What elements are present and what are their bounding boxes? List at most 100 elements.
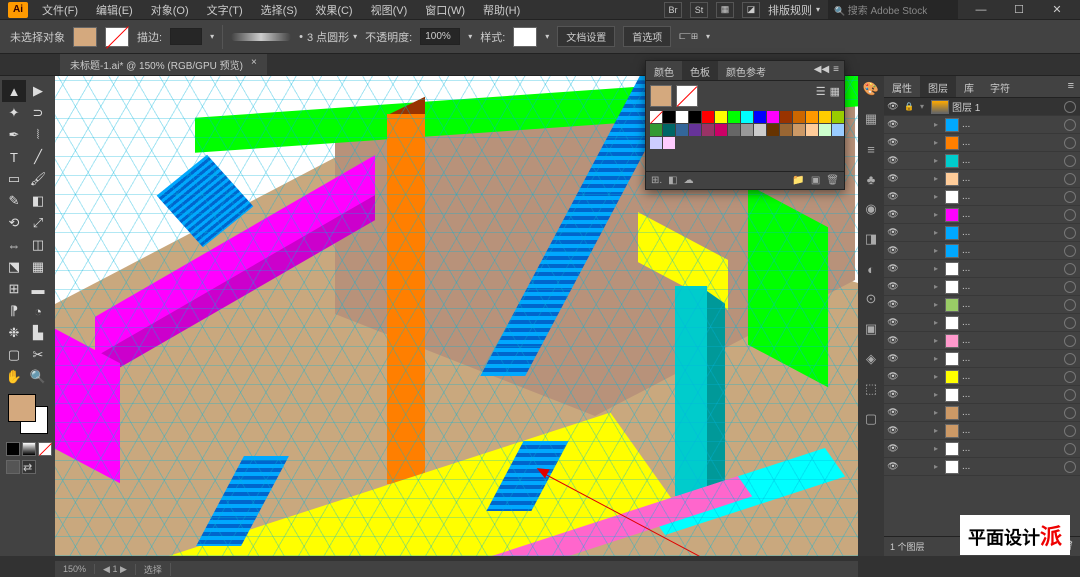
preferences-button[interactable]: 首选项	[623, 26, 671, 47]
line-tool[interactable]: ╱	[26, 146, 50, 168]
blend-tool[interactable]: ◔	[26, 300, 50, 322]
brush-preview[interactable]	[231, 33, 291, 41]
paintbrush-tool[interactable]: 🖌	[26, 168, 50, 190]
search-input[interactable]: 搜索 Adobe Stock	[828, 0, 958, 19]
swatch-cell[interactable]	[728, 111, 740, 123]
visibility-toggle[interactable]: 👁	[884, 335, 902, 346]
swatch-cell[interactable]	[780, 124, 792, 136]
visibility-toggle[interactable]: 👁	[884, 353, 902, 364]
artboard-nav[interactable]: ◀ 1 ▶	[95, 564, 136, 575]
target-icon[interactable]	[1064, 443, 1076, 455]
layer-row[interactable]: 👁▸...	[884, 170, 1080, 188]
graphic-styles-panel-icon[interactable]: ▣	[862, 320, 880, 338]
swatch-cell[interactable]	[806, 111, 818, 123]
expand-toggle[interactable]: ▸	[930, 174, 942, 183]
expand-toggle[interactable]: ▸	[930, 318, 942, 327]
panel-tab-字符[interactable]: 字符	[982, 76, 1018, 97]
visibility-toggle[interactable]: 👁	[884, 209, 902, 220]
swatch-cell[interactable]	[728, 124, 740, 136]
eraser-tool[interactable]: ◧	[26, 190, 50, 212]
swatch-grid-view-icon[interactable]: ▦	[830, 85, 840, 107]
visibility-toggle[interactable]: 👁	[884, 137, 902, 148]
panel-menu-icon[interactable]: ≡	[833, 64, 839, 77]
color-picker[interactable]	[8, 394, 48, 434]
swatch-cell[interactable]	[689, 124, 701, 136]
target-icon[interactable]	[1064, 119, 1076, 131]
swatch-cell[interactable]	[663, 137, 675, 149]
visibility-toggle[interactable]: 👁	[884, 317, 902, 328]
symbol-sprayer-tool[interactable]: ❉	[2, 322, 26, 344]
maximize-button[interactable]: ☐	[1004, 2, 1034, 18]
expand-toggle[interactable]: ▸	[930, 444, 942, 453]
fill-swatch[interactable]	[73, 27, 97, 47]
visibility-toggle[interactable]: 👁	[884, 281, 902, 292]
menu-视图[interactable]: 视图(V)	[367, 0, 412, 20]
target-icon[interactable]	[1064, 407, 1076, 419]
layer-row[interactable]: 👁▸...	[884, 314, 1080, 332]
layer-row[interactable]: 👁▸...	[884, 458, 1080, 476]
gradient-panel-icon[interactable]: ◨	[862, 230, 880, 248]
swatch-cell[interactable]	[806, 124, 818, 136]
stroke-weight-input[interactable]	[170, 28, 202, 45]
visibility-toggle[interactable]: 👁	[884, 443, 902, 454]
bridge-icon[interactable]: Br	[664, 2, 682, 18]
swatch-cell[interactable]	[676, 111, 688, 123]
expand-toggle[interactable]: ▸	[930, 138, 942, 147]
width-tool[interactable]: ⇔	[2, 234, 26, 256]
align-icon[interactable]: ⫍⊞	[679, 30, 698, 43]
opacity-input[interactable]	[420, 28, 460, 45]
swatch-options-icon[interactable]: ☁	[684, 175, 694, 186]
mesh-tool[interactable]: ⊞	[2, 278, 26, 300]
brushes-panel-icon[interactable]: ≡	[862, 140, 880, 158]
visibility-toggle[interactable]: 👁	[884, 263, 902, 274]
appearance-panel-icon[interactable]: ⊙	[862, 290, 880, 308]
layer-row[interactable]: 👁▸...	[884, 368, 1080, 386]
swatch-cell[interactable]	[715, 124, 727, 136]
new-color-group-icon[interactable]: 📁	[792, 175, 804, 186]
visibility-toggle[interactable]: 👁	[884, 191, 902, 202]
visibility-toggle[interactable]: 👁	[884, 173, 902, 184]
asset-export-panel-icon[interactable]: ⬚	[862, 380, 880, 398]
target-icon[interactable]	[1064, 425, 1076, 437]
menu-文字[interactable]: 文字(T)	[203, 0, 247, 20]
expand-toggle[interactable]: ▸	[930, 390, 942, 399]
current-stroke-swatch[interactable]	[676, 85, 698, 107]
visibility-toggle[interactable]: 👁	[884, 227, 902, 238]
eyedropper-tool[interactable]: ⁋	[2, 300, 26, 322]
screen-mode-toggle[interactable]: ⇄	[22, 460, 36, 474]
target-icon[interactable]	[1064, 263, 1076, 275]
lock-toggle[interactable]: 🔒	[902, 102, 916, 111]
panel-collapse-icon[interactable]: ◀◀	[814, 64, 829, 77]
visibility-toggle[interactable]: 👁	[884, 461, 902, 472]
target-icon[interactable]	[1064, 245, 1076, 257]
target-icon[interactable]	[1064, 173, 1076, 185]
expand-toggle[interactable]: ▸	[930, 120, 942, 129]
layer-row[interactable]: 👁▸...	[884, 422, 1080, 440]
swatch-cell[interactable]	[793, 111, 805, 123]
target-icon[interactable]	[1064, 281, 1076, 293]
swatch-registration[interactable]	[663, 111, 675, 123]
swatch-cell[interactable]	[767, 111, 779, 123]
menu-帮助[interactable]: 帮助(H)	[479, 0, 524, 20]
layer-row[interactable]: 👁▸...	[884, 296, 1080, 314]
panel-tab-库[interactable]: 库	[956, 76, 982, 97]
swatch-cell[interactable]	[832, 124, 844, 136]
swatch-cell[interactable]	[715, 111, 727, 123]
gradient-tool[interactable]: ▬	[26, 278, 50, 300]
layer-row[interactable]: 👁▸...	[884, 206, 1080, 224]
pen-tool[interactable]: ✒	[2, 124, 26, 146]
layer-row[interactable]: 👁▸...	[884, 224, 1080, 242]
style-swatch[interactable]	[513, 27, 537, 47]
expand-toggle[interactable]: ▸	[930, 264, 942, 273]
zoom-tool[interactable]: 🔍	[26, 366, 50, 388]
swatch-cell[interactable]	[754, 111, 766, 123]
shape-builder-tool[interactable]: ⬔	[2, 256, 26, 278]
visibility-toggle[interactable]: 👁	[884, 119, 902, 130]
visibility-toggle[interactable]: 👁	[884, 101, 902, 112]
swatch-libraries-icon[interactable]: ⊞.	[651, 175, 662, 186]
swatches-panel-icon[interactable]: ▦	[862, 110, 880, 128]
expand-toggle[interactable]: ▸	[930, 156, 942, 165]
gpu-icon[interactable]: ◪	[742, 2, 760, 18]
type-tool[interactable]: T	[2, 146, 26, 168]
perspective-tool[interactable]: ▦	[26, 256, 50, 278]
